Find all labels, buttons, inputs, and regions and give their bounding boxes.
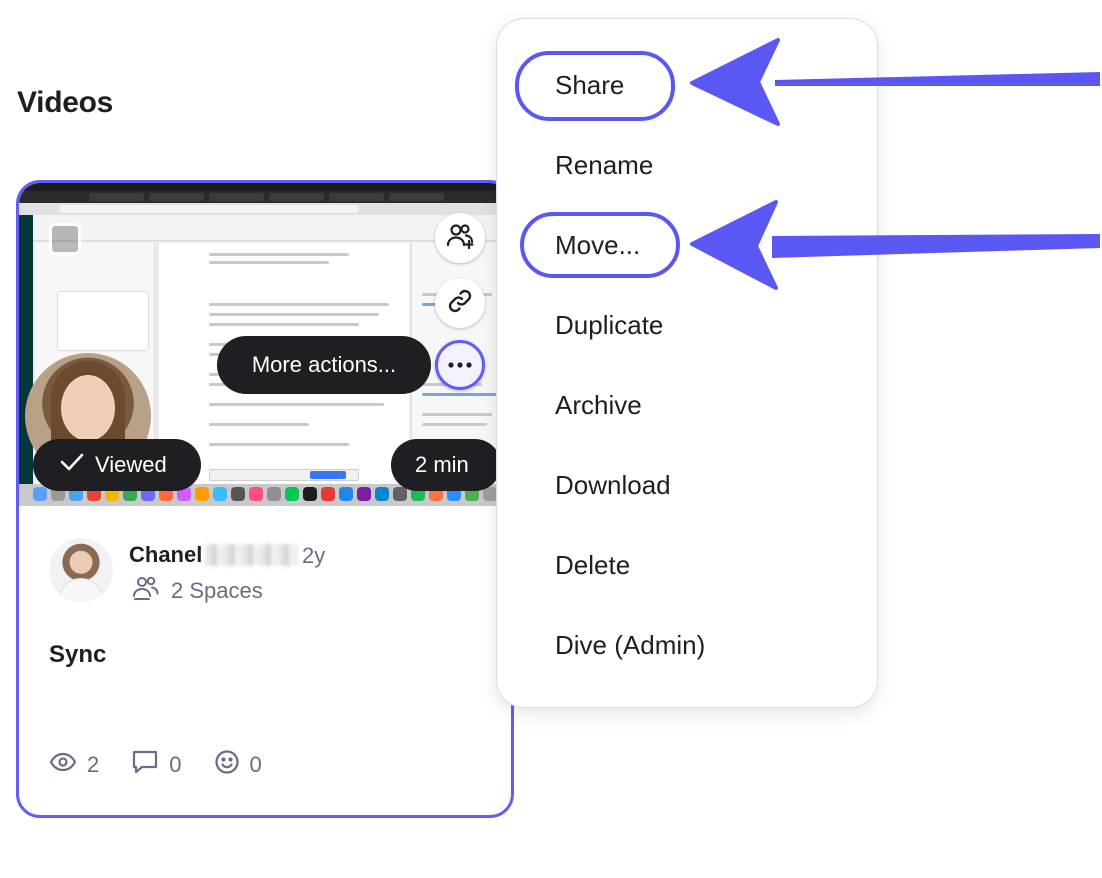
link-icon (446, 287, 474, 320)
menu-item-archive[interactable]: Archive (555, 385, 642, 425)
more-dots-icon (447, 356, 473, 374)
page-title: Videos (17, 86, 114, 119)
views-stat: 2 (49, 751, 99, 779)
add-people-icon (445, 221, 475, 256)
more-actions-button[interactable] (435, 340, 485, 390)
viewed-badge: Viewed (33, 439, 201, 491)
spaces-label: 2 Spaces (171, 578, 263, 603)
views-count: 2 (87, 752, 100, 777)
reactions-stat[interactable]: 0 (214, 749, 262, 781)
video-thumbnail[interactable]: More actions... Viewed 2 min (19, 183, 511, 506)
comments-count: 0 (169, 752, 182, 777)
menu-item-delete[interactable]: Delete (555, 545, 630, 585)
video-title[interactable]: Sync (49, 641, 106, 669)
viewed-label: Viewed (95, 452, 167, 477)
annotation-arrow-share (690, 38, 1100, 126)
comment-icon (131, 749, 159, 781)
more-actions-tooltip: More actions... (217, 336, 431, 394)
people-icon (131, 575, 161, 607)
copy-link-button[interactable] (435, 278, 485, 328)
smiley-icon (214, 749, 240, 781)
menu-item-move[interactable]: Move... (555, 225, 640, 265)
time-ago: 2y (302, 543, 326, 568)
duration-badge: 2 min (391, 439, 501, 491)
eye-icon (49, 751, 77, 779)
annotation-arrow-move (690, 200, 1100, 290)
comments-stat[interactable]: 0 (131, 749, 182, 781)
menu-item-duplicate[interactable]: Duplicate (555, 305, 663, 345)
thumbnail-screen (19, 183, 511, 191)
menu-item-download[interactable]: Download (555, 465, 671, 505)
checkmark-icon (59, 452, 95, 478)
reactions-count: 0 (249, 752, 262, 777)
menu-item-share[interactable]: Share (555, 65, 624, 105)
engagement-stats: 2 0 0 (49, 749, 294, 781)
menu-item-rename[interactable]: Rename (555, 145, 653, 185)
select-checkbox[interactable] (49, 223, 81, 255)
author-name[interactable]: Chanel (129, 542, 202, 568)
menu-item-dive-admin[interactable]: Dive (Admin) (555, 625, 705, 665)
add-to-space-button[interactable] (435, 213, 485, 263)
redacted-surname (205, 544, 297, 566)
spaces-link[interactable]: 2 Spaces (131, 575, 263, 607)
video-card[interactable]: More actions... Viewed 2 min Chanel 2y 2… (16, 180, 514, 818)
avatar[interactable] (49, 538, 113, 602)
